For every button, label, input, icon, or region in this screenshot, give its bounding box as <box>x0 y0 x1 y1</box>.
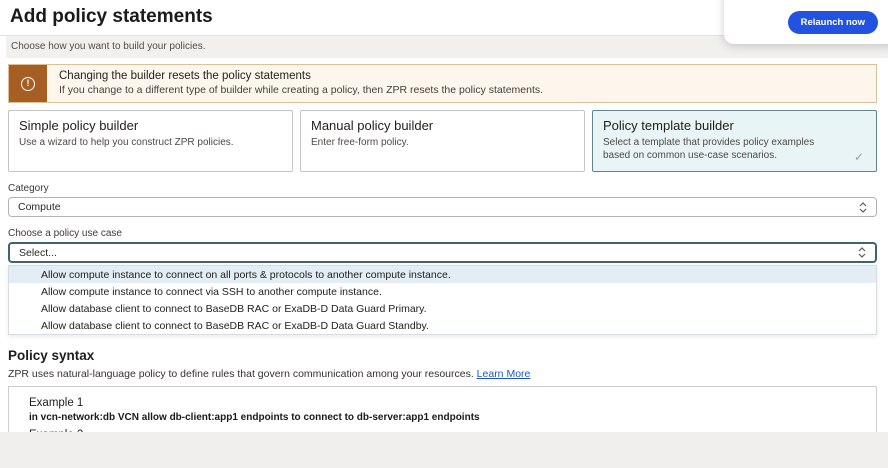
relaunch-now-button[interactable]: Relaunch now <box>788 11 878 34</box>
card-simple-policy-builder[interactable]: Simple policy builder Use a wizard to he… <box>8 110 293 172</box>
policy-syntax-heading: Policy syntax <box>8 348 877 363</box>
use-case-select-value: Select... <box>19 247 57 259</box>
warning-banner: ! Changing the builder resets the policy… <box>8 64 877 103</box>
use-case-option[interactable]: Allow compute instance to connect on all… <box>9 266 876 283</box>
policy-syntax-description-text: ZPR uses natural-language policy to defi… <box>8 368 474 380</box>
warning-body: Changing the builder resets the policy s… <box>47 65 553 102</box>
warning-description: If you change to a different type of bui… <box>59 84 543 96</box>
use-case-option-list: Allow compute instance to connect on all… <box>8 265 877 335</box>
example-statement: in vcn-network:db VCN allow db-client:ap… <box>29 412 856 423</box>
use-case-label: Choose a policy use case <box>8 228 877 239</box>
card-title: Manual policy builder <box>311 118 574 133</box>
warning-title: Changing the builder resets the policy s… <box>59 70 543 82</box>
warning-strip: ! <box>9 65 47 102</box>
policy-builder-section: ! Changing the builder resets the policy… <box>0 58 888 468</box>
card-description: Enter free-form policy. <box>311 136 574 149</box>
card-description: Select a template that provides policy e… <box>603 136 866 162</box>
relaunch-popup: Relaunch now <box>724 0 888 44</box>
alert-icon: ! <box>21 77 35 91</box>
policy-syntax-description: ZPR uses natural-language policy to defi… <box>8 368 877 380</box>
check-icon: ✓ <box>854 150 864 164</box>
card-manual-policy-builder[interactable]: Manual policy builder Enter free-form po… <box>300 110 585 172</box>
card-description: Use a wizard to help you construct ZPR p… <box>19 136 282 149</box>
example-label: Example 1 <box>29 397 856 409</box>
category-select[interactable]: Compute <box>8 197 877 217</box>
builder-cards-row: Simple policy builder Use a wizard to he… <box>8 110 877 172</box>
page-bottom-band <box>0 432 888 468</box>
category-label: Category <box>8 183 877 194</box>
use-case-option[interactable]: Allow database client to connect to Base… <box>9 300 876 317</box>
use-case-option[interactable]: Allow database client to connect to Base… <box>9 317 876 334</box>
use-case-select[interactable]: Select... <box>8 242 877 263</box>
card-title: Simple policy builder <box>19 118 282 133</box>
select-stepper-icon <box>859 202 867 213</box>
category-select-value: Compute <box>18 201 61 213</box>
card-policy-template-builder[interactable]: Policy template builder Select a templat… <box>592 110 877 172</box>
select-stepper-icon <box>858 247 866 258</box>
card-title: Policy template builder <box>603 118 866 133</box>
learn-more-link[interactable]: Learn More <box>477 368 531 380</box>
use-case-option[interactable]: Allow compute instance to connect via SS… <box>9 283 876 300</box>
